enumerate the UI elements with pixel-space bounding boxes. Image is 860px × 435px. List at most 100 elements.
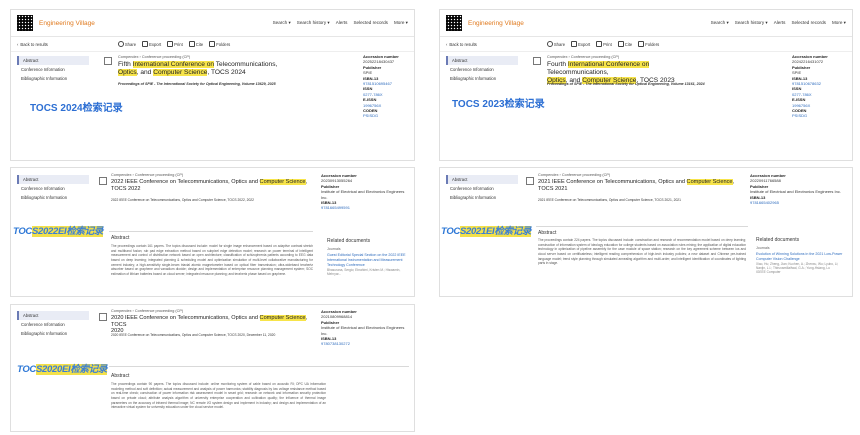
nav-search-history[interactable]: Search history ▾ — [735, 20, 768, 26]
sidebar-item-abstract[interactable]: Abstract — [17, 311, 89, 320]
record-title: Fifth International Conference on Teleco… — [118, 61, 278, 76]
print-icon — [167, 41, 174, 47]
sidebar-item-abstract[interactable]: Abstract — [446, 56, 518, 65]
folders-button[interactable]: Folders — [209, 41, 230, 47]
divider — [109, 231, 313, 232]
annotation-label: TOCS 2023检索记录 — [452, 99, 545, 110]
chevron-left-icon: ‹ — [17, 41, 19, 47]
related-subheading: Journals — [327, 247, 341, 251]
related-source: IGEEE Computer — [756, 270, 781, 275]
record-title: 2022 IEEE Conference on Telecommunicatio… — [111, 179, 308, 192]
sidebar-item-bibliographic-information[interactable]: Bibliographic Information — [17, 329, 87, 338]
sidebar-item-conference-information[interactable]: Conference Information — [17, 184, 87, 193]
breadcrumb: Compendex › Conference proceeding (CP) — [118, 55, 191, 59]
nav-search[interactable]: Search ▾ — [711, 20, 729, 26]
record-metadata: Accession number 20210809968814 Publishe… — [321, 309, 411, 347]
folder-icon — [209, 41, 216, 47]
sidebar-item-bibliographic-information[interactable]: Bibliographic Information — [446, 193, 516, 202]
nav-alerts[interactable]: Alerts — [336, 20, 348, 26]
record-toolbar: ‹ Back to results Share Export Print Cite… — [440, 37, 852, 52]
export-button[interactable]: Export — [142, 41, 161, 47]
record-select-checkbox[interactable] — [99, 177, 107, 185]
sidebar-item-bibliographic-information[interactable]: Bibliographic Information — [446, 74, 516, 83]
record-title: 2021 IEEE Conference on Telecommunicatio… — [538, 179, 735, 192]
meta-coden-value[interactable]: PSISDG — [363, 113, 413, 118]
toolbar-actions: Share Export Print Cite Folders — [117, 41, 230, 47]
share-button[interactable]: Share — [546, 41, 565, 47]
proceedings-source[interactable]: 2021 IEEE Conference on Telecommunicatio… — [538, 198, 768, 202]
nav-more[interactable]: More ▾ — [394, 20, 408, 26]
meta-publisher-value: Institute of Electrical and Electronics … — [321, 325, 405, 336]
sidebar-item-abstract[interactable]: Abstract — [446, 175, 518, 184]
abstract-heading: Abstract — [538, 230, 557, 236]
print-button[interactable]: Print — [167, 41, 183, 47]
breadcrumb: Compendex › Conference proceeding (CP) — [538, 173, 611, 177]
related-subheading: Journals — [756, 246, 770, 250]
sidebar-item-conference-information[interactable]: Conference Information — [446, 184, 516, 193]
abstract-text: The proceedings contain 90 papers. The t… — [111, 382, 326, 410]
export-icon — [142, 41, 149, 47]
back-to-results-link[interactable]: ‹ Back to results — [17, 42, 48, 47]
panel-tocs-2021: Abstract Conference Information Bibliogr… — [439, 167, 853, 297]
panel-tocs-2023: Engineering Village Search ▾ Search hist… — [439, 9, 853, 161]
meta-publisher-value: Institute of Electrical and Electronics … — [750, 189, 841, 195]
sidebar: Abstract Conference Information Bibliogr… — [17, 175, 89, 202]
top-nav: Search ▾ Search history ▾ Alerts Selecte… — [711, 20, 846, 26]
nav-selected-records[interactable]: Selected records — [791, 20, 825, 26]
related-link[interactable]: International Instrumentation and Measur… — [327, 258, 412, 263]
cite-button[interactable]: Cite — [188, 41, 203, 47]
nav-selected-records[interactable]: Selected records — [353, 20, 387, 26]
panel-tocs-2020: Abstract Conference Information Bibliogr… — [10, 304, 415, 432]
annotation-label: TOCS2020EI检索记录 — [17, 364, 108, 375]
brand-name[interactable]: Engineering Village — [39, 20, 95, 27]
export-button[interactable]: Export — [571, 41, 590, 47]
export-icon — [571, 41, 578, 47]
record-select-checkbox[interactable] — [533, 57, 541, 65]
nav-alerts[interactable]: Alerts — [774, 20, 786, 26]
folders-button[interactable]: Folders — [638, 41, 659, 47]
proceedings-source[interactable]: Proceedings of SPIE - The International … — [118, 82, 368, 86]
ev-logo[interactable] — [446, 15, 462, 31]
nav-search-history[interactable]: Search history ▾ — [297, 20, 330, 26]
nav-more[interactable]: More ▾ — [832, 20, 846, 26]
proceedings-source[interactable]: 2022 IEEE Conference on Telecommunicatio… — [111, 198, 341, 202]
annotation-label: TOCS2022EI检索记录 — [13, 226, 104, 237]
ev-logo[interactable] — [17, 15, 33, 31]
sidebar-item-conference-information[interactable]: Conference Information — [17, 65, 87, 74]
annotation-label: TOCS 2024检索记录 — [30, 103, 123, 114]
nav-search[interactable]: Search ▾ — [273, 20, 291, 26]
toolbar-actions: Share Export Print Cite Folders — [546, 41, 659, 47]
meta-isbn-value[interactable]: 9780738130272 — [321, 341, 411, 346]
record-metadata: Accession number 20252218430437 Publishe… — [363, 54, 413, 119]
record-metadata: Accession number 20242216431072 Publishe… — [792, 54, 847, 119]
sidebar-item-conference-information[interactable]: Conference Information — [17, 320, 87, 329]
record-select-checkbox[interactable] — [526, 177, 534, 185]
ev-header: Engineering Village Search ▾ Search hist… — [440, 10, 852, 37]
meta-isbn-value[interactable]: 9781665402965 — [750, 200, 848, 205]
related-authors: Bhasurana, Sergio; Ebrahimi, Kristen M.;… — [327, 267, 401, 276]
sidebar-item-abstract[interactable]: Abstract — [17, 175, 89, 184]
sidebar-item-bibliographic-information[interactable]: Bibliographic Information — [17, 74, 87, 83]
proceedings-source[interactable]: 2020 IEEE Conference on Telecommunicatio… — [111, 333, 341, 337]
record-select-checkbox[interactable] — [104, 57, 112, 65]
back-to-results-link[interactable]: ‹ Back to results — [446, 42, 477, 47]
chevron-left-icon: ‹ — [446, 41, 448, 47]
share-icon — [546, 41, 553, 47]
sidebar-item-abstract[interactable]: Abstract — [17, 56, 89, 65]
print-button[interactable]: Print — [596, 41, 612, 47]
record-select-checkbox[interactable] — [99, 313, 107, 321]
meta-coden-value[interactable]: PSISDG — [792, 113, 847, 118]
proceedings-source[interactable]: Proceedings of SPIE - The International … — [547, 82, 797, 86]
breadcrumb: Compendex › Conference proceeding (CP) — [111, 309, 184, 313]
meta-isbn-value[interactable]: 9781665499591 — [321, 205, 411, 210]
brand-name[interactable]: Engineering Village — [468, 20, 524, 27]
sidebar-item-conference-information[interactable]: Conference Information — [446, 65, 516, 74]
share-button[interactable]: Share — [117, 41, 136, 47]
panel-tocs-2024: Engineering Village Search ▾ Search hist… — [10, 9, 415, 161]
abstract-heading: Abstract — [111, 373, 130, 379]
related-heading: Related documents — [756, 237, 800, 243]
cite-icon — [188, 41, 195, 47]
sidebar-item-bibliographic-information[interactable]: Bibliographic Information — [17, 193, 87, 202]
cite-button[interactable]: Cite — [617, 41, 632, 47]
share-icon — [117, 41, 124, 47]
